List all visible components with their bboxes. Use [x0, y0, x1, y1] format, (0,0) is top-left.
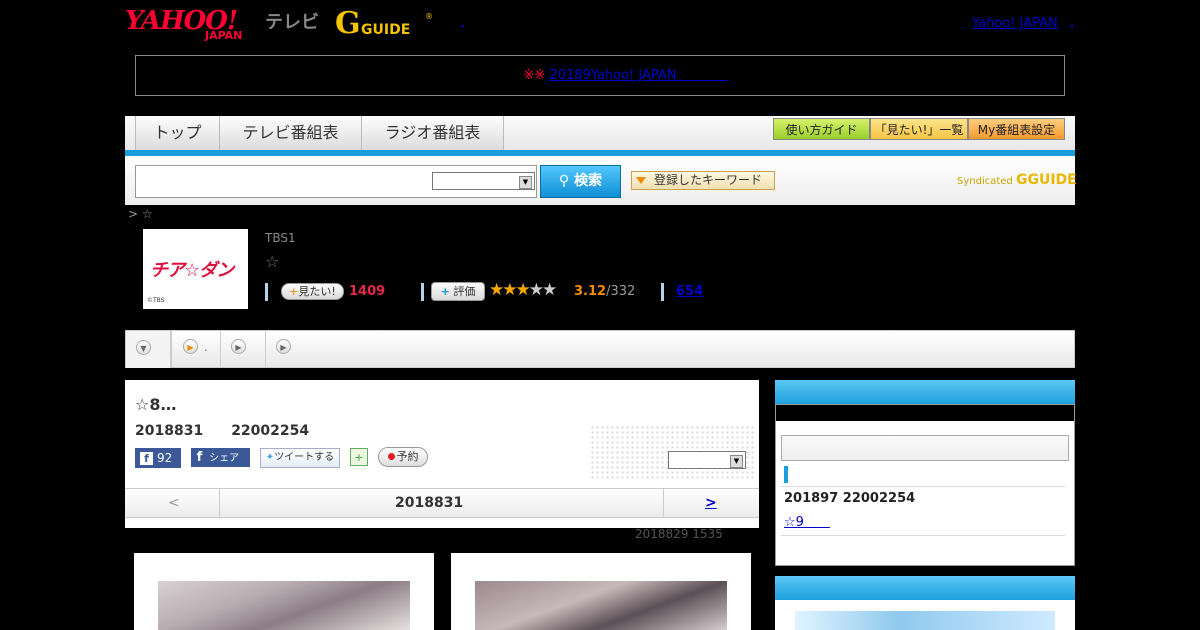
plus-icon: + [289, 285, 299, 298]
episode-title: ☆8… [135, 395, 177, 414]
program-title: ☆ [265, 252, 280, 271]
play-icon[interactable]: ▶ [183, 339, 198, 354]
star-icon: ★ [489, 280, 504, 300]
channel-label: TBS1 [265, 231, 296, 245]
star-icon: ★ [515, 280, 531, 300]
facebook-share-button[interactable]: f シェア [191, 448, 250, 467]
program-thumbnail: チア☆ダン ©TBS [143, 229, 248, 309]
subtab-divider [265, 331, 266, 367]
header-dot [462, 25, 464, 27]
tab-radio-listings[interactable]: ラジオ番組表 [361, 116, 504, 150]
reserve-button[interactable]: 予約 [378, 447, 428, 467]
header-dot [1071, 25, 1073, 27]
chevron-down-icon: ▼ [136, 340, 151, 355]
divider [781, 535, 1065, 536]
separator [421, 283, 424, 301]
rating-score: 3.12/332 [574, 284, 636, 299]
want-to-watch-list-button[interactable]: 「見たい!」一覧 [870, 118, 968, 140]
prev-episode-button[interactable]: < [168, 495, 180, 511]
search-icon: ⚲ [558, 173, 575, 189]
facebook-like-button[interactable]: f 92 [135, 448, 181, 468]
sidebar-header [775, 380, 1075, 405]
usage-guide-button[interactable]: 使い方ガイド [773, 118, 870, 140]
facebook-icon: f [140, 452, 153, 465]
sidebar-panel [775, 404, 1075, 566]
sidebar-link-wrap: ☆9 [784, 511, 830, 530]
episode-select[interactable]: ▼ [668, 451, 746, 469]
search-button[interactable]: ⚲ 検索 [540, 165, 621, 198]
chevron-down-icon: ▼ [730, 455, 743, 468]
next-episode-wrap: > [705, 495, 717, 511]
review-count-link[interactable]: 654 [676, 284, 703, 299]
episode-photo [158, 581, 410, 630]
my-listings-settings-button[interactable]: My番組表設定 [968, 118, 1065, 140]
plus-icon: + [440, 285, 450, 298]
separator [265, 283, 268, 301]
registered-keywords-button[interactable]: 登録したキーワード [631, 171, 775, 190]
twitter-bird-icon: ✦ [265, 452, 275, 463]
star-icon: ★ [528, 280, 544, 300]
sidebar-input[interactable] [781, 435, 1069, 461]
add-calendar-icon[interactable]: + [350, 448, 368, 466]
breadcrumb: > ☆ [128, 207, 153, 221]
yahoo-japan-link[interactable]: Yahoo! JAPAN [972, 16, 1058, 31]
divider [781, 486, 1065, 487]
yahoo-japan-link-wrap: Yahoo! JAPAN [972, 16, 1058, 31]
want-to-watch-count: 1409 [349, 284, 386, 299]
notice-marks: ※※ [523, 68, 546, 83]
triangle-down-icon [636, 177, 646, 184]
subtab-divider [220, 331, 221, 367]
tab-top[interactable]: トップ [135, 116, 220, 150]
tweet-button[interactable]: ✦ツイートする [260, 448, 340, 468]
search-category-select[interactable]: ▼ [432, 172, 535, 190]
tab-tv-listings[interactable]: テレビ番組表 [219, 116, 362, 150]
notice-link[interactable]: 20189Yahoo! JAPAN [549, 68, 728, 83]
subtab-divider [171, 331, 172, 367]
separator [661, 283, 664, 301]
current-episode-date: 2018831 [395, 495, 464, 511]
review-count-wrap: 654 [676, 284, 703, 299]
play-icon[interactable]: ▶ [276, 339, 291, 354]
sidebar-subheader [776, 405, 1074, 421]
rate-button[interactable]: + 評価 [431, 282, 485, 301]
sidebar-next-broadcast: 201897 22002254 [784, 491, 916, 506]
star-icon: ★ [542, 280, 557, 300]
sidebar-header-2 [775, 576, 1075, 601]
sidebar-next-episode-link[interactable]: ☆9 [784, 515, 830, 530]
episode-broadcast-date: 2018831 22002254 [135, 423, 310, 439]
sidebar-banner[interactable] [795, 611, 1055, 630]
episode-subtabs [125, 330, 1075, 368]
rating-stars: ★★★★★ [489, 280, 557, 300]
next-episode-link[interactable]: > [705, 495, 717, 511]
play-icon[interactable]: ▶ [231, 339, 246, 354]
episode-photo [475, 581, 727, 630]
subtab-dot: . [204, 341, 208, 354]
nav-divider [663, 489, 664, 517]
chevron-down-icon: ▼ [519, 176, 532, 189]
sidebar-accent-bar [784, 466, 788, 483]
notice-banner: ※※ 20189Yahoo! JAPAN [135, 55, 1065, 96]
facebook-icon: f [196, 450, 203, 465]
nav-divider [219, 489, 220, 517]
syndicated-gguide-logo: Syndicated GGUIDE [957, 172, 1077, 188]
record-dot-icon [387, 453, 395, 460]
updated-timestamp: 2018829 1535 [635, 527, 723, 541]
want-to-watch-button[interactable]: +見たい! [281, 283, 344, 300]
gguide-logo[interactable]: G GUIDE ® [335, 8, 435, 42]
tv-label: テレビ [265, 12, 319, 33]
star-icon: ★ [502, 280, 517, 300]
